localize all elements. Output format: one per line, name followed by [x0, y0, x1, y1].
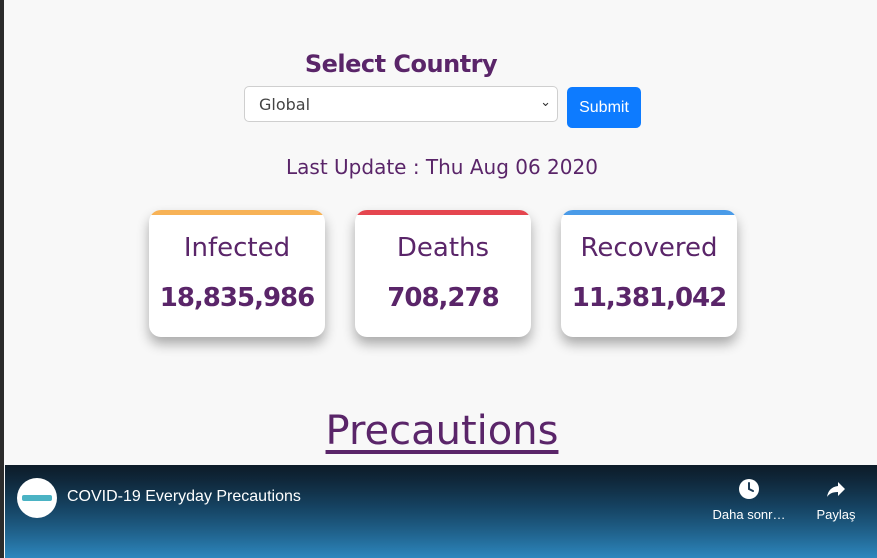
channel-logo — [22, 495, 52, 501]
infected-card: Infected 18,835,986 — [149, 210, 325, 337]
chevron-down-icon: ⌄ — [540, 95, 551, 110]
recovered-card-bar — [561, 210, 737, 215]
channel-avatar[interactable] — [17, 478, 57, 518]
submit-button[interactable]: Submit — [567, 87, 641, 128]
deaths-label: Deaths — [396, 233, 490, 263]
precautions-heading: Precautions — [325, 408, 559, 454]
last-update-text: Last Update : Thu Aug 06 2020 — [286, 155, 598, 179]
recovered-card: Recovered 11,381,042 — [561, 210, 737, 337]
deaths-value: 708,278 — [387, 283, 499, 313]
clock-icon — [709, 477, 789, 507]
watch-later-label: Daha sonr… — [712, 507, 786, 522]
country-select[interactable]: Global ⌄ — [244, 86, 558, 122]
infected-value: 18,835,986 — [159, 283, 315, 313]
deaths-card-bar — [355, 210, 531, 215]
video-player[interactable]: COVID-19 Everyday Precautions Daha sonr…… — [5, 465, 877, 558]
share-arrow-icon — [811, 477, 861, 507]
share-button[interactable]: Paylaş — [811, 477, 861, 522]
recovered-value: 11,381,042 — [571, 283, 727, 313]
infected-label: Infected — [183, 233, 291, 263]
select-country-title: Select Country — [304, 50, 498, 78]
infected-card-bar — [149, 210, 325, 215]
left-border — [0, 0, 4, 558]
country-select-value: Global — [259, 94, 311, 114]
share-label: Paylaş — [816, 507, 856, 522]
watch-later-button[interactable]: Daha sonr… — [709, 477, 789, 522]
recovered-label: Recovered — [580, 233, 718, 263]
deaths-card: Deaths 708,278 — [355, 210, 531, 337]
video-title[interactable]: COVID-19 Everyday Precautions — [67, 488, 301, 506]
